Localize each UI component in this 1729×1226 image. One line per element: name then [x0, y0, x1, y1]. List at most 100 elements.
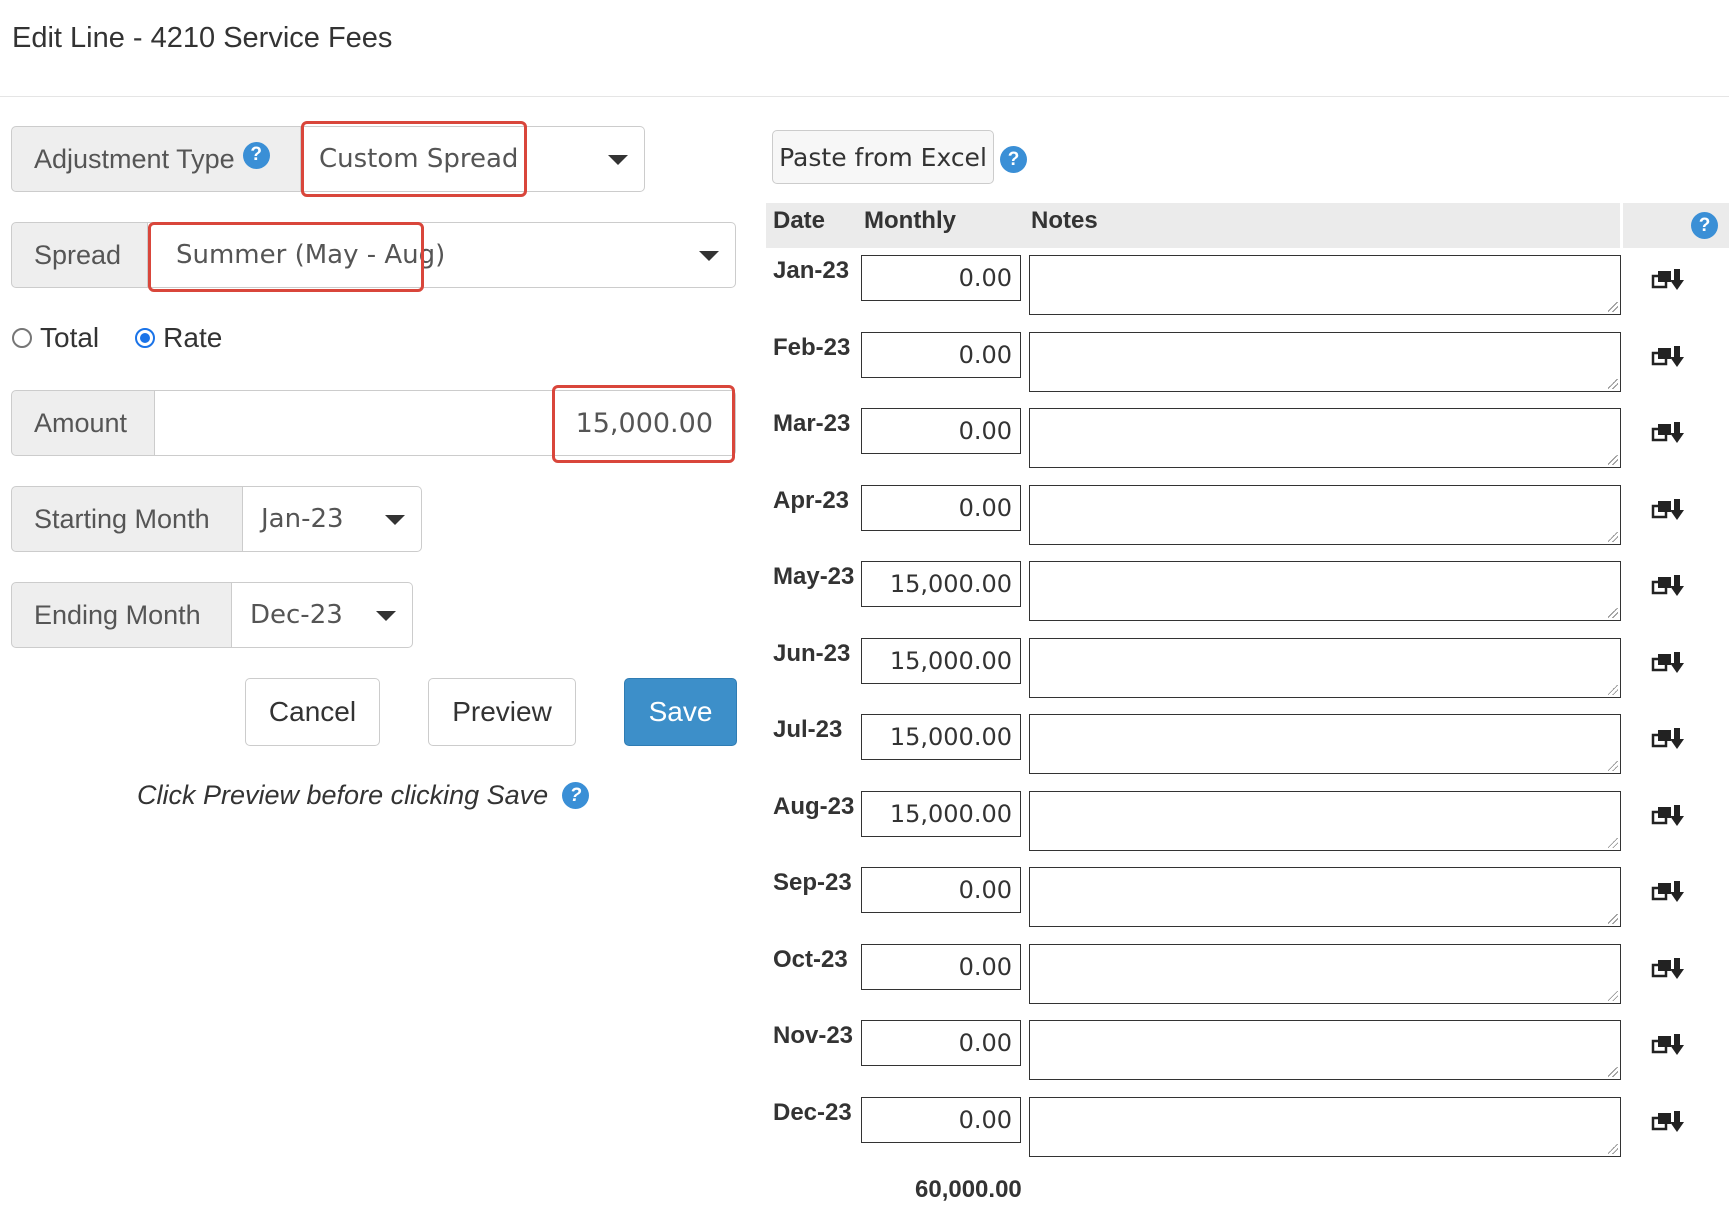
help-icon[interactable]: ?	[1000, 146, 1027, 173]
row-date: Aug-23	[773, 793, 855, 820]
monthly-input[interactable]: 0.00	[861, 332, 1021, 378]
column-header-notes: Notes	[1031, 207, 1098, 234]
spread-label: Spread	[11, 222, 148, 288]
preview-button[interactable]: Preview	[428, 678, 576, 746]
copy-down-icon[interactable]	[1651, 879, 1687, 905]
notes-textarea[interactable]	[1029, 485, 1621, 545]
copy-down-icon[interactable]	[1651, 1109, 1687, 1135]
notes-textarea[interactable]	[1029, 1020, 1621, 1080]
resize-grip-icon[interactable]	[1608, 761, 1618, 771]
rate-radio-label: Rate	[163, 322, 223, 353]
total-radio[interactable]	[12, 328, 32, 348]
cancel-button[interactable]: Cancel	[245, 678, 380, 746]
copy-down-icon[interactable]	[1651, 956, 1687, 982]
row-date: Sep-23	[773, 869, 852, 896]
resize-grip-icon[interactable]	[1608, 991, 1618, 1001]
monthly-input[interactable]: 0.00	[861, 408, 1021, 454]
monthly-input[interactable]: 0.00	[861, 1020, 1021, 1066]
row-date: Feb-23	[773, 334, 851, 361]
chevron-down-icon	[699, 251, 719, 261]
resize-grip-icon[interactable]	[1608, 1067, 1618, 1077]
ending-month-group: Ending Month Dec-23	[11, 582, 413, 648]
resize-grip-icon[interactable]	[1608, 302, 1618, 312]
total-radio-label: Total	[40, 322, 100, 353]
row-date: Jan-23	[773, 257, 850, 284]
row-date: Oct-23	[773, 946, 848, 973]
chevron-down-icon	[376, 611, 396, 621]
mode-radio-group: Total Rate	[12, 322, 222, 354]
monthly-input[interactable]: 0.00	[861, 1097, 1021, 1143]
resize-grip-icon[interactable]	[1608, 838, 1618, 848]
monthly-input[interactable]: 15,000.00	[861, 638, 1021, 684]
starting-month-group: Starting Month Jan-23	[11, 486, 422, 552]
notes-textarea[interactable]	[1029, 714, 1621, 774]
monthly-input[interactable]: 0.00	[861, 255, 1021, 301]
starting-month-label: Starting Month	[11, 486, 243, 552]
copy-down-icon[interactable]	[1651, 650, 1687, 676]
copy-down-icon[interactable]	[1651, 726, 1687, 752]
column-header-monthly: Monthly	[864, 207, 956, 234]
monthly-total: 60,000.00	[915, 1176, 1022, 1203]
ending-month-label: Ending Month	[11, 582, 232, 648]
help-icon[interactable]: ?	[562, 782, 590, 809]
resize-grip-icon[interactable]	[1608, 1144, 1618, 1154]
ending-month-select[interactable]: Dec-23	[232, 582, 413, 648]
resize-grip-icon[interactable]	[1608, 914, 1618, 924]
row-date: Jul-23	[773, 716, 843, 743]
notes-textarea[interactable]	[1029, 332, 1621, 392]
column-header-date: Date	[773, 207, 826, 234]
notes-textarea[interactable]	[1029, 561, 1621, 621]
notes-textarea[interactable]	[1029, 1097, 1621, 1157]
copy-down-icon[interactable]	[1651, 267, 1687, 293]
copy-down-icon[interactable]	[1651, 803, 1687, 829]
chevron-down-icon	[385, 515, 405, 525]
row-date: May-23	[773, 563, 855, 590]
notes-textarea[interactable]	[1029, 944, 1621, 1004]
row-date: Jun-23	[773, 640, 851, 667]
copy-down-icon[interactable]	[1651, 573, 1687, 599]
notes-textarea[interactable]	[1029, 255, 1621, 315]
save-hint-text: Click Preview before clicking Save	[137, 780, 549, 810]
starting-month-select[interactable]: Jan-23	[243, 486, 422, 552]
row-date: Apr-23	[773, 487, 850, 514]
monthly-input[interactable]: 15,000.00	[861, 561, 1021, 607]
copy-down-icon[interactable]	[1651, 420, 1687, 446]
dialog-title: Edit Line - 4210 Service Fees	[12, 22, 393, 54]
resize-grip-icon[interactable]	[1608, 532, 1618, 542]
resize-grip-icon[interactable]	[1608, 455, 1618, 465]
save-button[interactable]: Save	[624, 678, 737, 746]
adjustment-type-label-text: Adjustment Type	[34, 143, 235, 174]
resize-grip-icon[interactable]	[1608, 685, 1618, 695]
notes-textarea[interactable]	[1029, 408, 1621, 468]
monthly-input[interactable]: 0.00	[861, 867, 1021, 913]
save-hint: Click Preview before clicking Save ?	[137, 780, 590, 811]
adjustment-type-label: Adjustment Type ?	[11, 126, 301, 192]
chevron-down-icon	[608, 155, 628, 165]
monthly-input[interactable]: 15,000.00	[861, 791, 1021, 837]
row-date: Mar-23	[773, 410, 851, 437]
monthly-input[interactable]: 0.00	[861, 944, 1021, 990]
copy-down-icon[interactable]	[1651, 497, 1687, 523]
resize-grip-icon[interactable]	[1608, 608, 1618, 618]
help-icon[interactable]: ?	[1691, 212, 1718, 239]
rate-radio[interactable]	[135, 328, 156, 348]
starting-month-value: Jan-23	[261, 504, 344, 534]
paste-from-excel-button[interactable]: Paste from Excel	[772, 130, 994, 184]
help-icon[interactable]: ?	[242, 141, 270, 169]
monthly-input[interactable]: 0.00	[861, 485, 1021, 531]
spread-highlight	[148, 222, 424, 292]
copy-down-icon[interactable]	[1651, 344, 1687, 370]
row-date: Dec-23	[773, 1099, 852, 1126]
resize-grip-icon[interactable]	[1608, 379, 1618, 389]
ending-month-value: Dec-23	[250, 600, 343, 630]
notes-textarea[interactable]	[1029, 867, 1621, 927]
copy-down-icon[interactable]	[1651, 1032, 1687, 1058]
title-divider	[0, 96, 1729, 97]
notes-textarea[interactable]	[1029, 791, 1621, 851]
notes-textarea[interactable]	[1029, 638, 1621, 698]
amount-highlight	[552, 385, 735, 463]
row-date: Nov-23	[773, 1022, 854, 1049]
amount-label: Amount	[11, 390, 155, 456]
adjustment-type-highlight	[301, 121, 527, 197]
monthly-input[interactable]: 15,000.00	[861, 714, 1021, 760]
